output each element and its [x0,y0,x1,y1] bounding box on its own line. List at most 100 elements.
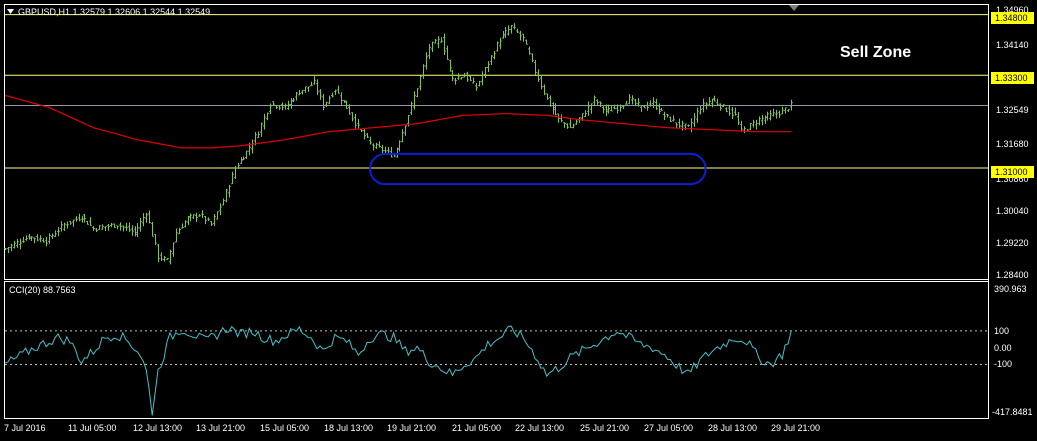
price-bar [557,113,560,123]
gbpusd-h1-chart[interactable]: GBPUSD,H1 1.32579 1.32606 1.32544 1.3254… [0,0,1037,441]
price-bar [10,243,13,252]
current-price-label: 1.32549 [996,105,1029,115]
price-bar [107,223,110,231]
time-tick: 7 Jul 2016 [4,423,46,433]
price-bar [590,103,593,114]
price-bar [666,113,669,118]
price-bar [145,212,148,223]
price-bar [758,116,761,126]
price-bar [251,139,254,154]
price-bar [184,220,187,228]
price-bar [213,214,216,227]
price-bar [528,46,531,55]
price-bar [761,114,764,126]
price-bar [781,106,784,115]
price-bar [166,258,169,261]
price-bar [298,89,301,96]
price-bar [778,110,781,118]
price-bar [210,221,213,227]
price-bar [507,25,510,36]
price-bar [575,119,578,125]
price-bar [78,213,81,222]
price-bar [487,61,490,73]
price-bar [219,203,222,216]
price-bar [431,41,434,53]
price-bar [693,113,696,127]
price-tick: 1.28400 [996,270,1029,280]
price-bar [228,185,231,198]
price-bar [89,217,92,227]
price-bar [125,222,128,231]
price-bar [301,89,304,95]
price-bar [33,237,36,244]
price-axis: 1.34960 1.34140 1.31680 1.30860 1.30040 … [996,5,1029,280]
price-bar [519,30,522,41]
price-bar [334,89,337,96]
price-bar [110,223,113,228]
price-bar [404,125,407,136]
support-zone-ellipse[interactable] [369,152,707,186]
chart-shift-marker-icon[interactable] [789,5,799,11]
price-bar [387,147,390,154]
price-tick: 1.30040 [996,206,1029,216]
time-tick: 15 Jul 05:00 [260,423,309,433]
price-bar [390,146,393,158]
price-bar [678,118,681,129]
price-bar [734,107,737,116]
price-bar [566,123,569,129]
price-bar [154,234,157,245]
price-bar [708,97,711,107]
price-bar [57,227,60,237]
price-bar [19,238,22,250]
price-bar [66,221,69,229]
price-bar [25,235,28,241]
price-bar [569,119,572,129]
cci-tick: 390.963 [994,284,1027,294]
price-bar [525,39,528,45]
price-bar [354,113,357,129]
price-bar [478,80,481,87]
price-bar [86,220,89,225]
time-tick: 11 Jul 05:00 [68,423,116,433]
price-bar [669,116,672,123]
cci-line [4,325,792,416]
price-bar [198,214,201,217]
price-bar [63,222,66,231]
time-tick: 12 Jul 13:00 [133,423,182,433]
price-bar [540,74,543,90]
price-bar [602,106,605,114]
price-bar [284,103,287,110]
price-bar [625,100,628,105]
price-bar [440,37,443,43]
price-bar [740,120,743,132]
price-bar [504,26,507,38]
time-tick: 13 Jul 21:00 [196,423,245,433]
price-bar [596,99,599,105]
symbol-menu-icon[interactable] [7,9,14,14]
price-bar [687,124,690,127]
price-bar [231,171,234,185]
cci-header: CCI(20) 88.7563 [9,285,76,295]
price-bar [546,93,549,100]
price-bar [454,77,457,85]
time-tick: 25 Jul 21:00 [580,423,629,433]
price-bar [351,112,354,122]
price-bar [7,247,10,253]
price-bar [752,119,755,128]
price-bar [75,216,78,222]
price-bar [457,73,460,80]
price-bar [437,36,440,49]
price-bar [307,86,310,92]
price-bar [260,122,263,137]
time-tick: 21 Jul 05:00 [452,423,501,433]
price-bar [443,33,446,56]
price-bar [643,105,646,109]
price-bar [410,101,413,116]
cci-tick: -417.8481 [992,407,1033,417]
price-bar [743,126,746,134]
price-bar [122,225,125,232]
price-bar [131,225,134,236]
price-bar [222,198,225,206]
price-bar [419,75,422,91]
price-bar [22,236,25,243]
